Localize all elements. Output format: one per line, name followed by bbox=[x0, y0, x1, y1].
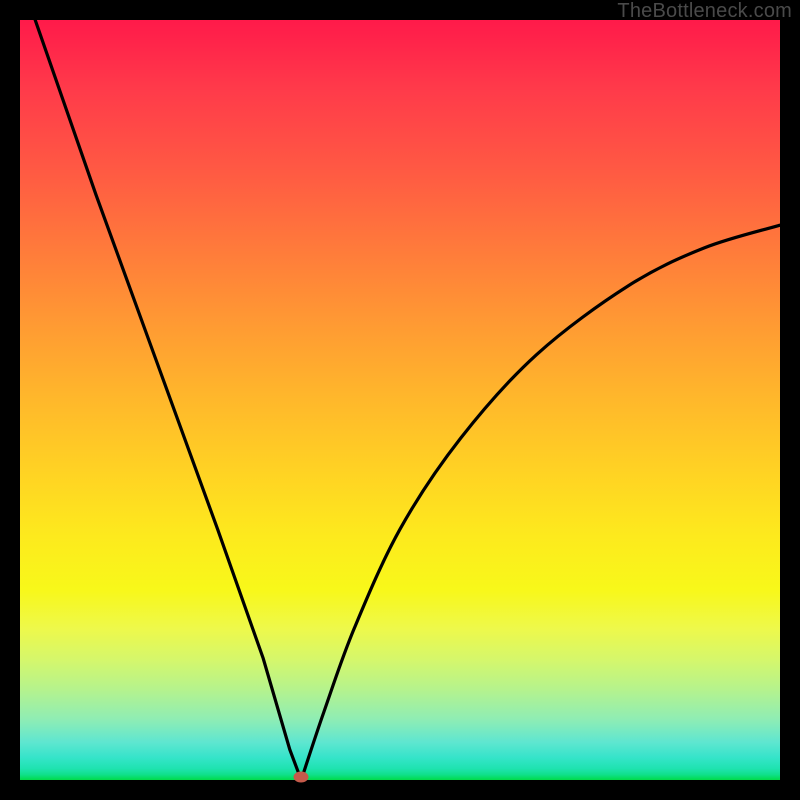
minimum-marker bbox=[294, 771, 309, 782]
bottleneck-curve bbox=[20, 20, 780, 780]
chart-frame bbox=[20, 20, 780, 780]
